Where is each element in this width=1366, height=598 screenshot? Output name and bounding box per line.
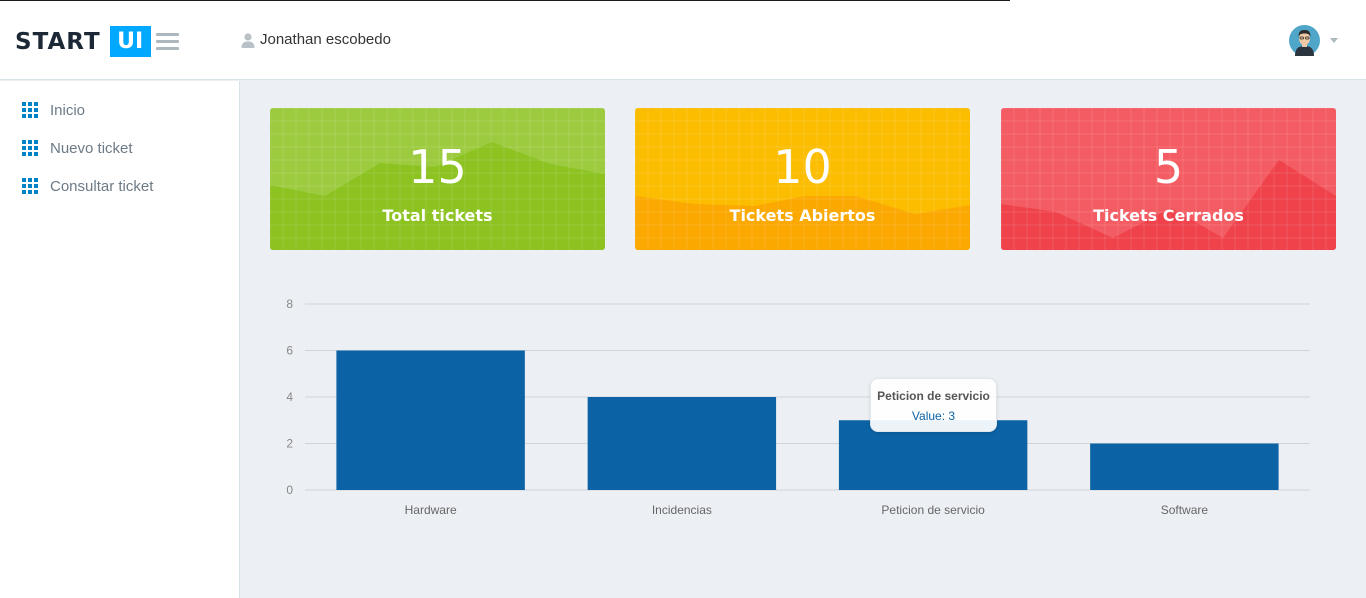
bar-incidencias[interactable]: [587, 397, 777, 490]
user-menu[interactable]: [1289, 25, 1338, 56]
y-tick-label: 2: [286, 437, 293, 451]
top-bar: START UI Jonathan escobedo: [0, 0, 1366, 80]
card-label: Total tickets: [382, 206, 493, 225]
tooltip-title: Peticion de servicio: [877, 389, 990, 403]
card-label: Tickets Cerrados: [1093, 206, 1244, 225]
sidebar-item-inicio[interactable]: Inicio: [22, 100, 85, 120]
sidebar: Inicio Nuevo ticket Consultar ticket: [0, 81, 240, 598]
x-tick-label: Hardware: [405, 503, 457, 517]
tooltip-value: Value: 3: [911, 409, 956, 423]
sidebar-item-label: Nuevo ticket: [50, 139, 133, 157]
y-tick-label: 4: [286, 390, 293, 404]
chart-tooltip: Peticion de servicio Value: 3: [870, 378, 997, 432]
user-icon: [241, 32, 255, 48]
y-tick-label: 0: [286, 483, 293, 497]
top-border: [0, 0, 1010, 1]
grid-icon: [22, 178, 38, 194]
card-value: 10: [773, 140, 832, 194]
grid-icon: [22, 140, 38, 156]
sidebar-item-label: Inicio: [50, 101, 86, 119]
card-value: 5: [1153, 140, 1184, 194]
avatar[interactable]: [1289, 25, 1320, 56]
stat-card-abiertos: 10 Tickets Abiertos: [635, 108, 970, 250]
sidebar-item-consultar-ticket[interactable]: Consultar ticket: [22, 176, 153, 196]
logo[interactable]: START UI: [15, 26, 151, 57]
bar-hardware[interactable]: [336, 350, 525, 491]
card-value: 15: [408, 140, 467, 194]
x-tick-label: Peticion de servicio: [881, 503, 985, 517]
sidebar-item-nuevo-ticket[interactable]: Nuevo ticket: [22, 138, 133, 158]
username-label: Jonathan escobedo: [260, 31, 391, 48]
hamburger-menu-icon[interactable]: [156, 33, 179, 50]
stat-card-cerrados: 5 Tickets Cerrados: [1001, 108, 1336, 250]
sidebar-item-label: Consultar ticket: [50, 177, 154, 195]
logo-start-text: START: [15, 28, 101, 55]
x-tick-label: Software: [1161, 503, 1209, 517]
bar-software[interactable]: [1090, 443, 1279, 491]
x-tick-label: Incidencias: [652, 503, 712, 517]
stat-card-total: 15 Total tickets: [270, 108, 605, 250]
bar-chart: 0 2 4 6 8 Hardware Incidencias Peticion de serv…: [286, 297, 1310, 517]
chevron-down-icon[interactable]: [1330, 38, 1338, 43]
y-tick-label: 6: [286, 344, 293, 358]
logo-ui-badge: UI: [109, 26, 151, 57]
card-label: Tickets Abiertos: [729, 206, 876, 225]
grid-icon: [22, 102, 38, 118]
y-tick-label: 8: [286, 297, 293, 311]
current-user: Jonathan escobedo: [240, 31, 391, 48]
